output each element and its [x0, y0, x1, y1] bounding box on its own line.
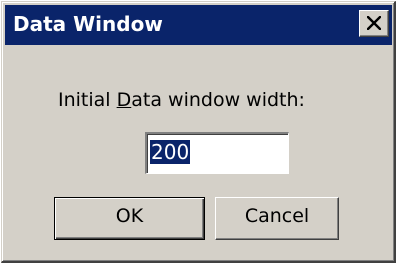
- width-label: Initial Data window width:: [58, 88, 305, 112]
- width-label-suffix: ata window width:: [131, 89, 305, 111]
- cancel-button[interactable]: Cancel: [215, 197, 339, 240]
- width-input[interactable]: 200: [145, 132, 289, 174]
- width-label-mnemonic: D: [116, 89, 132, 111]
- ok-button[interactable]: OK: [54, 197, 205, 240]
- width-input-value: 200: [150, 140, 191, 164]
- width-label-prefix: Initial: [58, 89, 117, 111]
- close-x-icon: [367, 16, 381, 30]
- data-window-dialog: Data Window Initial Data window width: 2…: [1, 1, 396, 263]
- close-button[interactable]: [359, 10, 389, 37]
- title-bar[interactable]: Data Window: [5, 5, 392, 45]
- window-title: Data Window: [13, 12, 163, 36]
